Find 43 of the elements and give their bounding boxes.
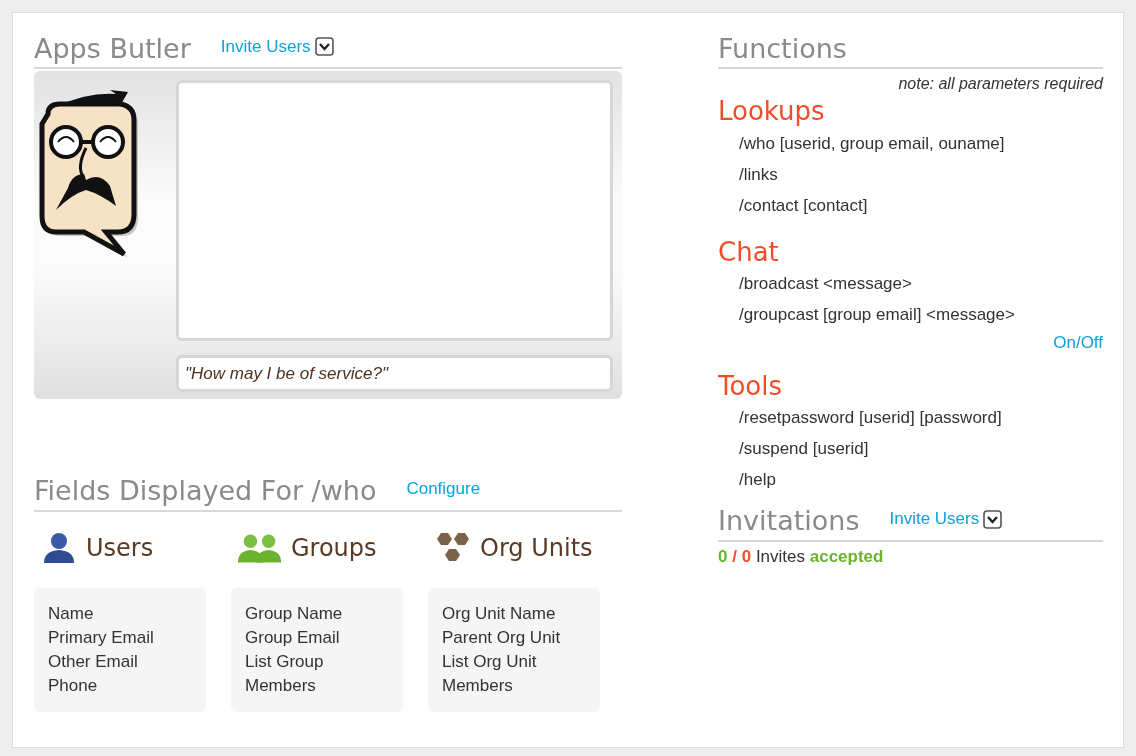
- on-off-link[interactable]: On/Off: [1053, 332, 1103, 352]
- message-field[interactable]: "How may I be of service?": [176, 355, 613, 393]
- section-title: Functions: [718, 33, 847, 66]
- field-name: List Org Unit: [442, 650, 538, 673]
- invites-label: Invites: [755, 546, 805, 566]
- command-text: /broadcast <message>: [738, 272, 913, 295]
- field-name: Members: [442, 674, 514, 697]
- configure-link[interactable]: Configure: [406, 476, 481, 502]
- field-name: List Group: [245, 650, 325, 673]
- section-title: Fields Displayed For /who: [34, 475, 377, 508]
- field-name: Org Unit Name: [442, 602, 557, 625]
- note-text: note: all parameters required: [897, 74, 1103, 95]
- command-text: /links: [738, 163, 779, 186]
- field-name: Group Email: [245, 626, 341, 649]
- field-name: Phone: [48, 674, 99, 697]
- group-title: Org Units: [480, 532, 593, 564]
- section-title: Apps Butler: [34, 33, 191, 66]
- section-title: Invitations: [718, 505, 860, 538]
- command-text: /groupcast [group email] <message>: [738, 303, 1016, 326]
- command-text: /contact [contact]: [738, 194, 869, 217]
- field-name: Name: [48, 602, 95, 625]
- accepted-count: 0: [718, 546, 728, 566]
- category-title: Lookups: [718, 96, 826, 128]
- command-text: /who [userid, group email, ouname]: [738, 132, 1006, 155]
- field-name: Parent Org Unit: [442, 626, 562, 649]
- command-text: /resetpassword [userid] [password]: [738, 407, 1003, 430]
- total-count: 0: [741, 546, 752, 566]
- accepted-label: accepted: [809, 546, 884, 566]
- category-title: Tools: [718, 371, 784, 403]
- field-name: Other Email: [48, 650, 139, 673]
- group-title: Groups: [291, 532, 377, 564]
- invite-users-link[interactable]: Invite Users: [889, 506, 980, 532]
- field-name: Members: [245, 674, 317, 697]
- field-name: Group Name: [245, 602, 344, 625]
- group-title: Users: [86, 532, 154, 564]
- invite-users-link[interactable]: Invite Users: [220, 33, 311, 60]
- dropdown-caret-icon[interactable]: [983, 509, 1003, 529]
- command-text: /help: [738, 469, 777, 492]
- field-name: Primary Email: [48, 626, 155, 649]
- command-text: /suspend [userid]: [738, 438, 870, 461]
- category-title: Chat: [718, 236, 780, 268]
- separator: /: [732, 546, 737, 566]
- dropdown-caret-icon[interactable]: [314, 37, 334, 57]
